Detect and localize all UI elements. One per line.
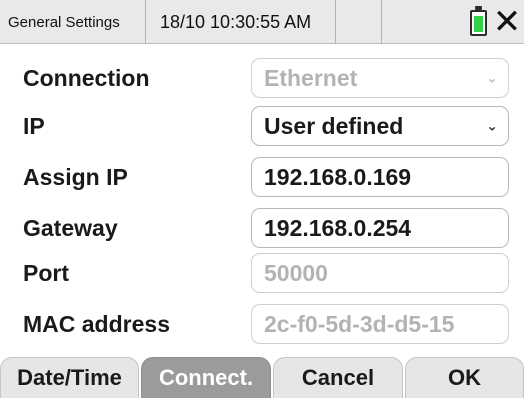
connect-button[interactable]: Connect. [141,357,271,398]
ip-label: IP [23,112,45,139]
port-row: Port 50000 [0,251,524,295]
assign-ip-input[interactable]: 192.168.0.169 [251,157,509,197]
close-icon[interactable]: ✕ [492,4,522,40]
ok-button[interactable]: OK [405,357,524,398]
assign-ip-row: Assign IP 192.168.0.169 [0,155,524,199]
gateway-row: Gateway 192.168.0.254 [0,206,524,250]
ip-mode-select[interactable]: User defined ⌄ [251,106,509,146]
connection-value: Ethernet [264,64,358,91]
ip-mode-value: User defined [264,112,404,139]
cancel-button[interactable]: Cancel [273,357,403,398]
battery-level-fill [474,16,483,32]
battery-icon [470,6,487,36]
mac-address-field: 2c-f0-5d-3d-d5-15 [251,304,509,344]
gateway-input[interactable]: 192.168.0.254 [251,208,509,248]
connection-select[interactable]: Ethernet ⌄ [251,58,509,98]
port-label: Port [23,259,69,286]
assign-ip-label: Assign IP [23,163,128,190]
chevron-down-icon: ⌄ [486,117,498,134]
status-bar: General Settings 18/10 10:30:55 AM ✕ [0,0,524,44]
chevron-down-icon: ⌄ [486,69,498,86]
date-time-display: 18/10 10:30:55 AM [146,0,336,44]
port-input: 50000 [251,253,509,293]
general-settings-screen: General Settings 18/10 10:30:55 AM ✕ Con… [0,0,524,398]
date-time-button[interactable]: Date/Time [0,357,139,398]
connection-row: Connection Ethernet ⌄ [0,56,524,100]
gateway-label: Gateway [23,214,118,241]
window-title: General Settings [0,0,146,44]
softkey-bar: Date/Time Connect. Cancel OK [0,357,524,398]
mac-address-row: MAC address 2c-f0-5d-3d-d5-15 [0,302,524,346]
mac-address-label: MAC address [23,310,170,337]
ip-row: IP User defined ⌄ [0,104,524,148]
connection-label: Connection [23,64,150,91]
status-bar-empty-cell [336,0,382,44]
